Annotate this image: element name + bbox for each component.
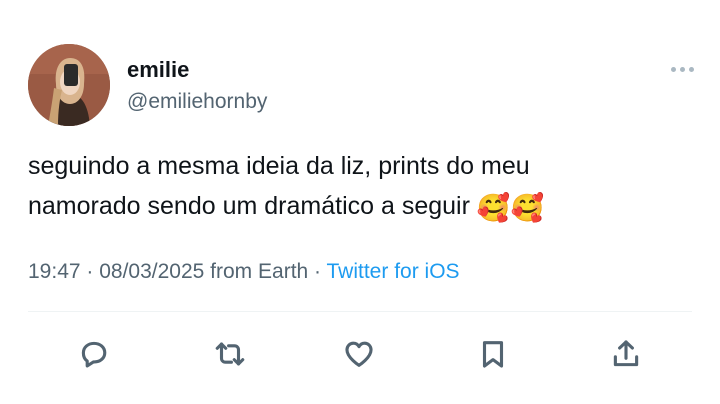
reply-button[interactable] [74,334,114,374]
tweet-text: seguindo a mesma ideia da liz, prints do… [28,146,668,226]
retweet-icon [215,342,245,366]
heart-icon [345,341,373,367]
tweet-metadata: 19:47 · 08/03/2025 from Earth · Twitter … [28,258,460,286]
more-options-icon[interactable] [664,58,700,80]
bookmark-button[interactable] [473,334,513,374]
profile-photo [28,44,110,126]
share-icon [613,340,639,367]
tweet-text-line-2: namorado sendo um dramático a seguir 🥰🥰 [28,186,668,226]
meta-separator: · [80,260,100,283]
display-name[interactable]: emilie [127,57,189,83]
more-dot [670,66,676,72]
tweet-date[interactable]: 08/03/2025 [99,260,204,283]
share-button[interactable] [606,334,646,374]
tweet-source-link[interactable]: Twitter for iOS [327,260,460,283]
reply-icon [81,341,107,368]
tweet-location: from Earth [204,260,309,283]
meta-separator: · [308,260,327,283]
tweet-text-line-2-words: namorado sendo um dramático a seguir [28,192,470,220]
smiling-hearts-emoji: 🥰🥰 [476,193,545,223]
tweet-time[interactable]: 19:47 [28,260,81,283]
more-dot [679,66,685,72]
user-handle[interactable]: @emiliehornby [127,89,267,115]
like-button[interactable] [339,334,379,374]
action-bar [0,334,720,374]
tweet-text-line-1: seguindo a mesma ideia da liz, prints do… [28,152,530,180]
more-dot [688,66,694,72]
avatar[interactable] [28,44,110,126]
retweet-button[interactable] [210,334,250,374]
divider [28,311,692,312]
bookmark-icon [482,341,504,368]
